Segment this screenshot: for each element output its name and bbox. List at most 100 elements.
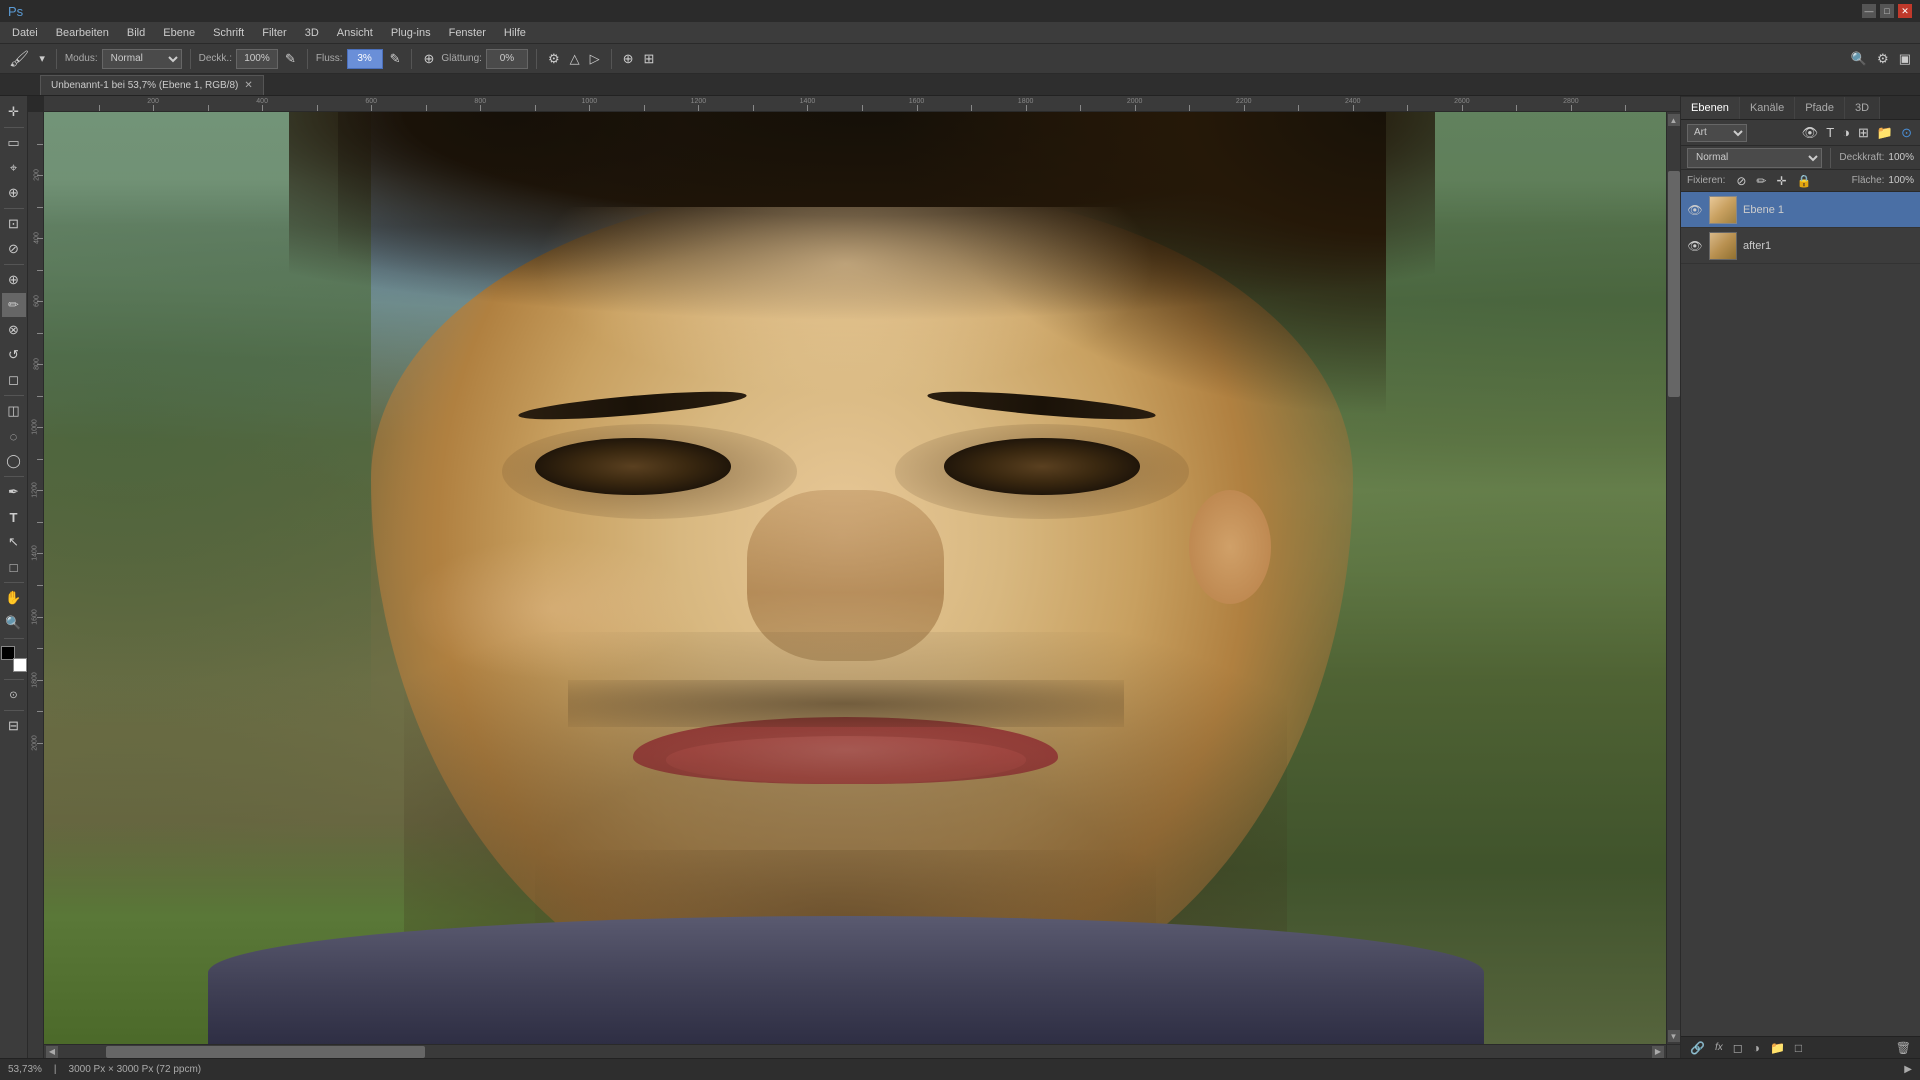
document-tab[interactable]: Unbenannt-1 bei 53,7% (Ebene 1, RGB/8) ✕ xyxy=(40,75,264,95)
layer-smart-filter-btn[interactable]: ⊞ xyxy=(1856,123,1871,143)
panel-tabs: Ebenen Kanäle Pfade 3D xyxy=(1681,96,1920,120)
panel-tab-ebenen[interactable]: Ebenen xyxy=(1681,97,1740,119)
panel-tab-kanaele[interactable]: Kanäle xyxy=(1740,97,1795,119)
new-layer-btn[interactable]: □ xyxy=(1792,1040,1805,1056)
history-brush-btn[interactable]: ↺ xyxy=(2,343,26,367)
crop-btn[interactable]: ⊡ xyxy=(2,212,26,236)
angle-btn[interactable]: △ xyxy=(567,49,583,69)
menu-ansicht[interactable]: Ansicht xyxy=(329,22,381,44)
left-toolbar: ✛ ▭ ⌖ ⊕ ⊡ ⊘ ⊕ ✏ ⊗ ↺ ◻ ◫ ◌ ◯ ✒ T ↖ □ ✋ 🔍 … xyxy=(0,96,28,1058)
symmetry-btn[interactable]: ⊕ xyxy=(620,49,637,69)
sep4 xyxy=(411,49,412,69)
flow-input[interactable] xyxy=(347,49,383,69)
menu-bearbeiten[interactable]: Bearbeiten xyxy=(48,22,117,44)
tool-preset-btn[interactable]: 🖌 xyxy=(6,47,32,71)
link-layers-btn[interactable]: 🔗 xyxy=(1687,1040,1708,1056)
eraser-btn[interactable]: ◻ xyxy=(2,368,26,392)
layer-type-filter-btn[interactable]: T xyxy=(1824,123,1836,142)
new-group-btn[interactable]: 📁 xyxy=(1767,1040,1788,1056)
move-tool-btn[interactable]: ✛ xyxy=(2,100,26,124)
maximize-button[interactable]: □ xyxy=(1880,4,1894,18)
layer-item[interactable]: 👁 after1 xyxy=(1681,228,1920,264)
layer-blend-row: Normal Deckkraft: 100% xyxy=(1681,146,1920,170)
lock-all-btn[interactable]: 🔒 xyxy=(1794,173,1815,189)
blur-btn[interactable]: ◌ xyxy=(2,424,26,448)
sep3 xyxy=(307,49,308,69)
document-info: 3000 Px × 3000 Px (72 ppcm) xyxy=(69,1064,202,1075)
panel-tab-3d[interactable]: 3D xyxy=(1845,97,1880,119)
minimize-button[interactable]: — xyxy=(1862,4,1876,18)
quick-mask-btn[interactable]: ⊙ xyxy=(2,683,26,707)
layer-color-filter-btn[interactable]: ⊙ xyxy=(1899,123,1914,143)
menu-filter[interactable]: Filter xyxy=(254,22,294,44)
zoom-btn[interactable]: 🔍 xyxy=(2,611,26,635)
opacity-jitter-btn[interactable]: ✎ xyxy=(282,49,299,69)
rectangular-select-btn[interactable]: ▭ xyxy=(2,131,26,155)
healing-btn[interactable]: ⊕ xyxy=(2,268,26,292)
shape-btn[interactable]: □ xyxy=(2,555,26,579)
menu-bild[interactable]: Bild xyxy=(119,22,153,44)
tab-close-btn[interactable]: ✕ xyxy=(244,80,252,91)
background-color[interactable] xyxy=(13,658,27,672)
lasso-btn[interactable]: ⌖ xyxy=(2,156,26,180)
search-btn[interactable]: 🔍 xyxy=(1848,49,1870,69)
mode-dropdown[interactable]: Normal xyxy=(102,49,182,69)
lock-pixels-btn[interactable]: ✏ xyxy=(1753,173,1769,189)
screen-mode-btn[interactable]: ⊟ xyxy=(2,714,26,738)
window-controls[interactable]: — □ ✕ xyxy=(1862,4,1912,18)
blend-mode-dropdown[interactable]: Normal xyxy=(1687,148,1822,168)
blend-btn[interactable]: ⊞ xyxy=(641,49,658,69)
clone-stamp-btn[interactable]: ⊗ xyxy=(2,318,26,342)
layer-kind-dropdown[interactable]: Art xyxy=(1687,124,1747,142)
layer-visibility-filter-btn[interactable]: 👁 xyxy=(1800,123,1821,143)
settings-btn[interactable]: ⚙ xyxy=(545,49,563,69)
layer-group-filter-btn[interactable]: 📁 xyxy=(1875,123,1895,143)
hand-btn[interactable]: ✋ xyxy=(2,586,26,610)
path-select-btn[interactable]: ↖ xyxy=(2,530,26,554)
layer-visibility-toggle[interactable]: 👁 xyxy=(1687,238,1703,254)
layer-visibility-toggle[interactable]: 👁 xyxy=(1687,202,1703,218)
opacity-input[interactable] xyxy=(236,49,278,69)
dodge-btn[interactable]: ◯ xyxy=(2,449,26,473)
menu-ebene[interactable]: Ebene xyxy=(155,22,203,44)
delete-layer-btn[interactable]: 🗑 xyxy=(1893,1040,1914,1056)
menu-plugins[interactable]: Plug-ins xyxy=(383,22,439,44)
text-btn[interactable]: T xyxy=(2,505,26,529)
eyedropper-btn[interactable]: ⊘ xyxy=(2,237,26,261)
menu-3d[interactable]: 3D xyxy=(297,22,327,44)
menu-fenster[interactable]: Fenster xyxy=(441,22,494,44)
pressure-btn[interactable]: ▷ xyxy=(587,49,603,69)
lock-position-btn[interactable]: ✛ xyxy=(1773,173,1789,189)
close-button[interactable]: ✕ xyxy=(1898,4,1912,18)
color-picker[interactable] xyxy=(1,646,27,672)
add-layer-style-btn[interactable]: fx xyxy=(1712,1041,1726,1054)
add-mask-btn[interactable]: ◻ xyxy=(1730,1040,1746,1056)
add-adjustment-btn[interactable]: ◑ xyxy=(1750,1040,1763,1056)
canvas-area[interactable]: ▲ ▼ ◀ ▶ xyxy=(44,112,1680,1058)
sep6 xyxy=(611,49,612,69)
workspace-btn[interactable]: ⚙ xyxy=(1874,49,1892,69)
flache-value: 100% xyxy=(1888,175,1914,186)
sep2 xyxy=(190,49,191,69)
title-bar: Ps — □ ✕ xyxy=(0,0,1920,22)
horizontal-scrollbar[interactable]: ◀ ▶ xyxy=(44,1044,1666,1058)
layer-adjust-filter-btn[interactable]: ◑ xyxy=(1840,123,1852,142)
gradient-btn[interactable]: ◫ xyxy=(2,399,26,423)
brush-picker-btn[interactable]: ▾ xyxy=(36,50,48,67)
brush-btn[interactable]: ✏ xyxy=(2,293,26,317)
smoothing-input[interactable] xyxy=(486,49,528,69)
airbrush-btn[interactable]: ⊕ xyxy=(420,49,437,69)
right-panel: Ebenen Kanäle Pfade 3D Art 👁 T ◑ ⊞ 📁 ⊙ xyxy=(1680,96,1920,1058)
panel-tab-pfade[interactable]: Pfade xyxy=(1795,97,1845,119)
menu-schrift[interactable]: Schrift xyxy=(205,22,252,44)
status-arrow-btn[interactable]: ▶ xyxy=(1904,1064,1912,1075)
panel-toggle-btn[interactable]: ▣ xyxy=(1896,49,1914,69)
pen-btn[interactable]: ✒ xyxy=(2,480,26,504)
vertical-scrollbar[interactable]: ▲ ▼ xyxy=(1666,112,1680,1044)
quick-select-btn[interactable]: ⊕ xyxy=(2,181,26,205)
lock-transparent-btn[interactable]: ⊘ xyxy=(1733,173,1749,189)
layer-item[interactable]: 👁 Ebene 1 xyxy=(1681,192,1920,228)
menu-hilfe[interactable]: Hilfe xyxy=(496,22,534,44)
flow-jitter-btn[interactable]: ✎ xyxy=(387,49,404,69)
menu-datei[interactable]: Datei xyxy=(4,22,46,44)
